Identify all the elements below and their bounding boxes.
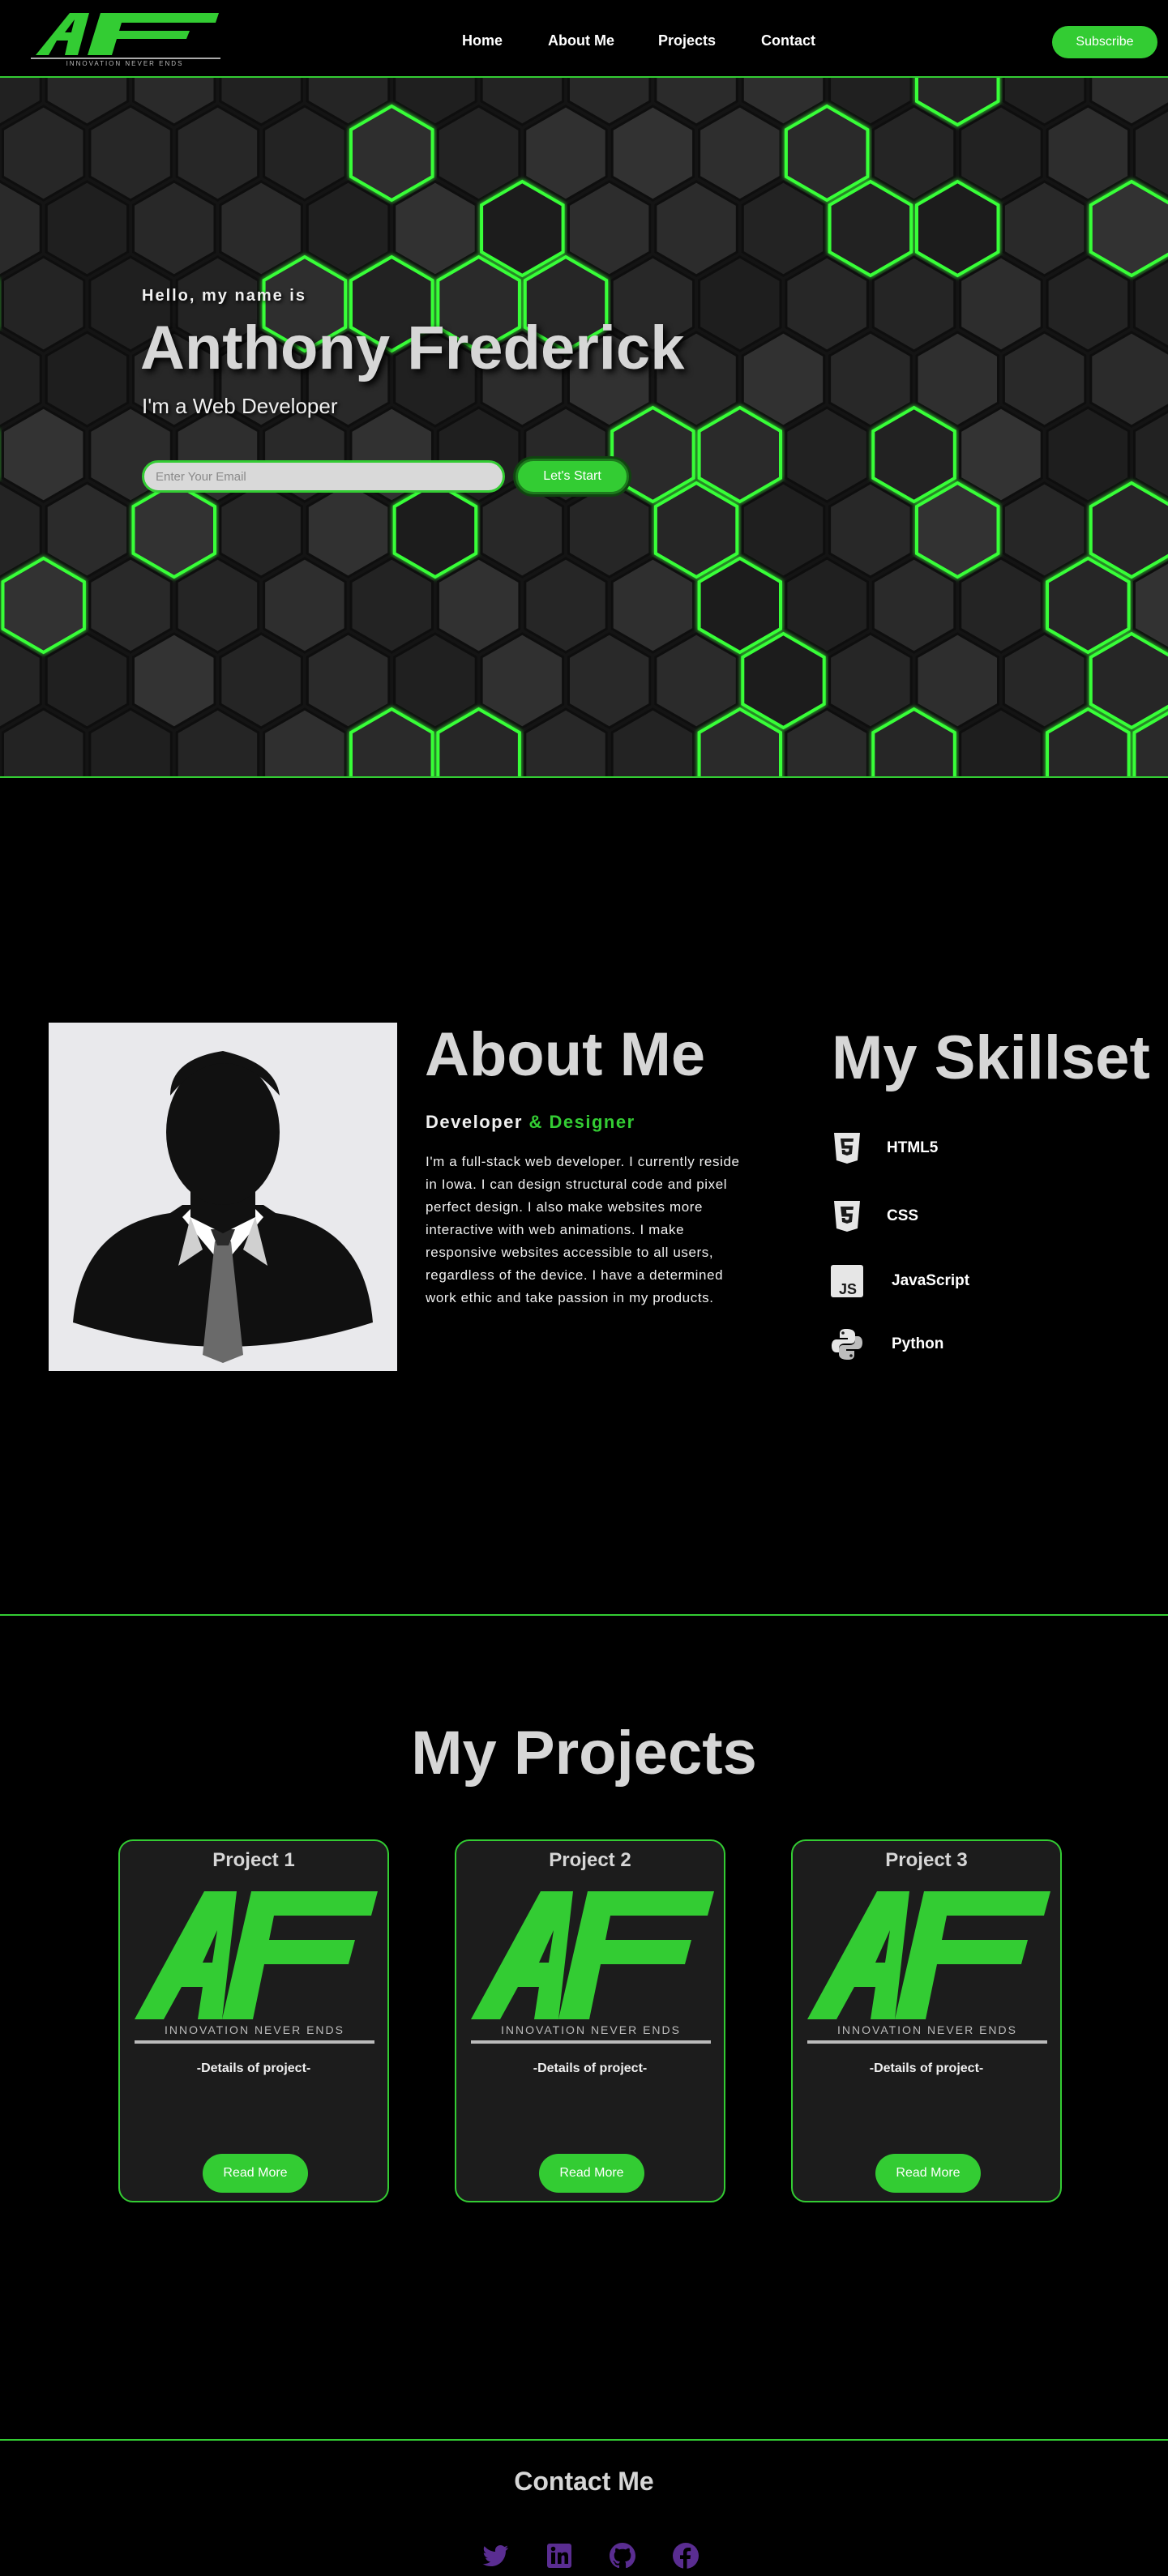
read-more-button[interactable]: Read More [539,2154,644,2193]
project-card: Project 2 INNOVATION NEVER ENDS -Details… [455,1839,725,2202]
read-more-button[interactable]: Read More [203,2154,308,2193]
twitter-icon[interactable] [481,2541,511,2570]
project-title: Project 3 [885,1849,968,1871]
logo-tagline: INNOVATION NEVER ENDS [837,2023,1017,2036]
skill-label: JavaScript [892,1272,970,1289]
github-icon[interactable] [608,2541,637,2570]
project-title: Project 1 [212,1849,295,1871]
project-details: -Details of project- [533,2061,648,2075]
top-nav: INNOVATION NEVER ENDS Home About Me Proj… [0,0,1168,78]
section-divider [0,2439,1168,2441]
javascript-icon: JS [831,1265,863,1297]
project-card: Project 1 INNOVATION NEVER ENDS -Details… [118,1839,389,2202]
skill-label: Python [892,1335,944,1352]
about-subtitle: Developer & Designer [426,1112,635,1133]
hexagon-background [0,78,1168,776]
skillset-title: My Skillset [832,1023,1150,1092]
nav-projects-link[interactable]: Projects [658,32,716,49]
about-subtitle-accent: & Designer [528,1112,635,1132]
project-logo: INNOVATION NEVER ENDS [471,1891,714,2044]
contact-title: Contact Me [514,2467,654,2496]
project-details: -Details of project- [869,2061,984,2075]
logo-tagline: INNOVATION NEVER ENDS [501,2023,681,2036]
about-title: About Me [425,1020,706,1089]
project-card: Project 3 INNOVATION NEVER ENDS -Details… [791,1839,1062,2202]
hero-name: Anthony Frederick [140,314,685,382]
nav-home-link[interactable]: Home [462,32,503,49]
subscribe-button[interactable]: Subscribe [1052,26,1157,58]
project-logo: INNOVATION NEVER ENDS [135,1891,378,2044]
hero-role: I'm a Web Developer [142,394,338,418]
linkedin-icon[interactable] [545,2541,574,2570]
projects-title: My Projects [411,1719,757,1788]
lets-start-button[interactable]: Let's Start [516,459,629,494]
logo-tagline: INNOVATION NEVER ENDS [66,60,184,66]
hero-section: Hello, my name is Anthony Frederick I'm … [0,78,1168,778]
profile-avatar [49,1023,397,1371]
python-icon [832,1329,862,1360]
skill-label: HTML5 [887,1139,939,1156]
about-subtitle-main: Developer [426,1112,523,1132]
nav-about-link[interactable]: About Me [548,32,614,49]
facebook-icon[interactable] [671,2541,700,2570]
css3-icon [834,1201,860,1232]
project-details: -Details of project- [196,2061,311,2075]
project-logo: INNOVATION NEVER ENDS [807,1891,1050,2044]
project-title: Project 2 [549,1849,631,1871]
section-divider [0,1614,1168,1616]
read-more-button[interactable]: Read More [875,2154,981,2193]
brand-logo[interactable]: INNOVATION NEVER ENDS [28,8,222,66]
logo-tagline: INNOVATION NEVER ENDS [165,2023,344,2036]
hero-greeting: Hello, my name is [142,287,306,305]
skill-label: CSS [887,1207,919,1224]
about-description: I'm a full-stack web developer. I curren… [426,1154,740,1305]
email-input[interactable] [142,460,505,493]
nav-contact-link[interactable]: Contact [761,32,815,49]
html5-icon [834,1133,860,1164]
svg-text:JS: JS [839,1281,857,1297]
